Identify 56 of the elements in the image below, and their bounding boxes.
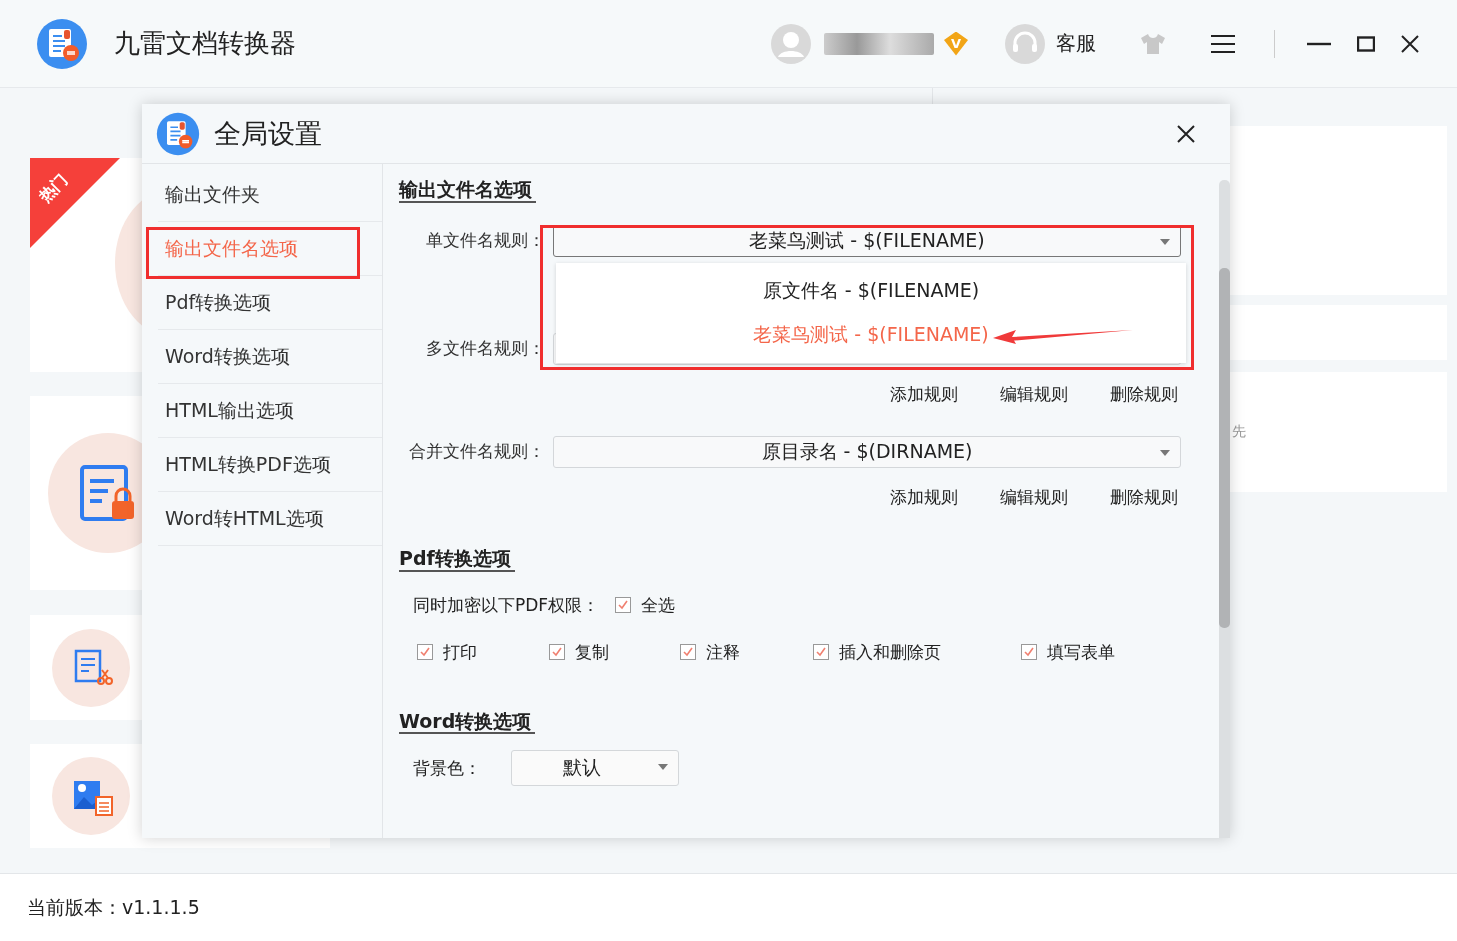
permissions-label: 同时加密以下PDF权限： — [413, 593, 600, 617]
rule-action-link[interactable]: 删除规则 — [1110, 382, 1178, 406]
settings-nav-item[interactable]: 输出文件夹 — [158, 168, 382, 222]
hot-ribbon: 热门 — [30, 158, 120, 248]
section-heading: Pdf转换选项 — [399, 546, 515, 572]
field-label: 单文件名规则： — [425, 229, 546, 253]
vip-badge: V — [944, 31, 968, 56]
rule-action-link[interactable]: 编辑规则 — [1000, 485, 1068, 509]
checkbox[interactable] — [1021, 644, 1037, 661]
checkbox-label: 复制 — [575, 640, 609, 664]
dialog-title: 全局设置 — [214, 116, 322, 151]
settings-nav-item[interactable]: Pdf转换选项 — [158, 276, 382, 330]
version-text: 当前版本：v1.1.1.5 — [27, 894, 200, 920]
close-icon[interactable] — [1401, 34, 1419, 53]
minimize-icon[interactable] — [1307, 41, 1331, 46]
checkbox-label: 注释 — [706, 640, 740, 664]
checkbox-label: 全选 — [641, 593, 676, 617]
checkbox[interactable] — [680, 644, 696, 661]
settings-nav-item[interactable]: Word转HTML选项 — [158, 492, 382, 546]
settings-nav-item[interactable]: HTML输出选项 — [158, 384, 382, 438]
app-title: 九雷文档转换器 — [114, 27, 296, 60]
app-logo-icon — [156, 111, 200, 156]
field-label: 多文件名规则： — [425, 337, 546, 361]
image-to-document-icon — [52, 757, 130, 835]
document-scissors-icon — [52, 628, 130, 707]
section-heading: 输出文件名选项 — [399, 178, 536, 203]
background-color-dropdown[interactable]: 默认 — [511, 750, 679, 787]
scrollbar[interactable] — [1219, 180, 1230, 838]
settings-nav-item[interactable]: HTML转换PDF选项 — [158, 438, 382, 492]
section-heading: Word转换选项 — [399, 709, 536, 735]
support-link[interactable]: 客服 — [1056, 30, 1096, 57]
menu-icon[interactable] — [1210, 33, 1236, 54]
app-logo-icon — [36, 17, 88, 70]
close-icon[interactable] — [1177, 124, 1195, 143]
partial-text: 先 — [1231, 423, 1246, 441]
rule-action-link[interactable]: 删除规则 — [1110, 485, 1178, 509]
rule-action-link[interactable]: 添加规则 — [890, 485, 958, 509]
checkbox-label: 插入和删除页 — [839, 640, 941, 664]
checkbox[interactable] — [549, 644, 565, 661]
settings-nav-item[interactable]: Word转换选项 — [158, 330, 382, 384]
checkbox-label: 填写表单 — [1047, 640, 1115, 664]
field-label: 合并文件名规则： — [408, 440, 546, 464]
caret-icon — [1160, 238, 1170, 245]
merge-file-rule-dropdown[interactable]: 原目录名 - $(DIRNAME) — [553, 435, 1181, 468]
maximize-icon[interactable] — [1357, 35, 1375, 52]
shirt-icon[interactable] — [1140, 32, 1166, 55]
checkbox[interactable] — [417, 644, 433, 661]
dropdown-option[interactable]: 原文件名 - $(FILENAME) — [556, 268, 1186, 313]
checkbox[interactable] — [615, 597, 632, 614]
checkbox[interactable] — [813, 644, 829, 661]
field-label: 背景色： — [413, 756, 482, 780]
rule-action-link[interactable]: 编辑规则 — [1000, 382, 1068, 406]
checkbox-label: 打印 — [443, 640, 477, 664]
rule-action-link[interactable]: 添加规则 — [890, 382, 958, 406]
caret-icon — [1160, 449, 1170, 456]
caret-icon — [658, 764, 668, 771]
